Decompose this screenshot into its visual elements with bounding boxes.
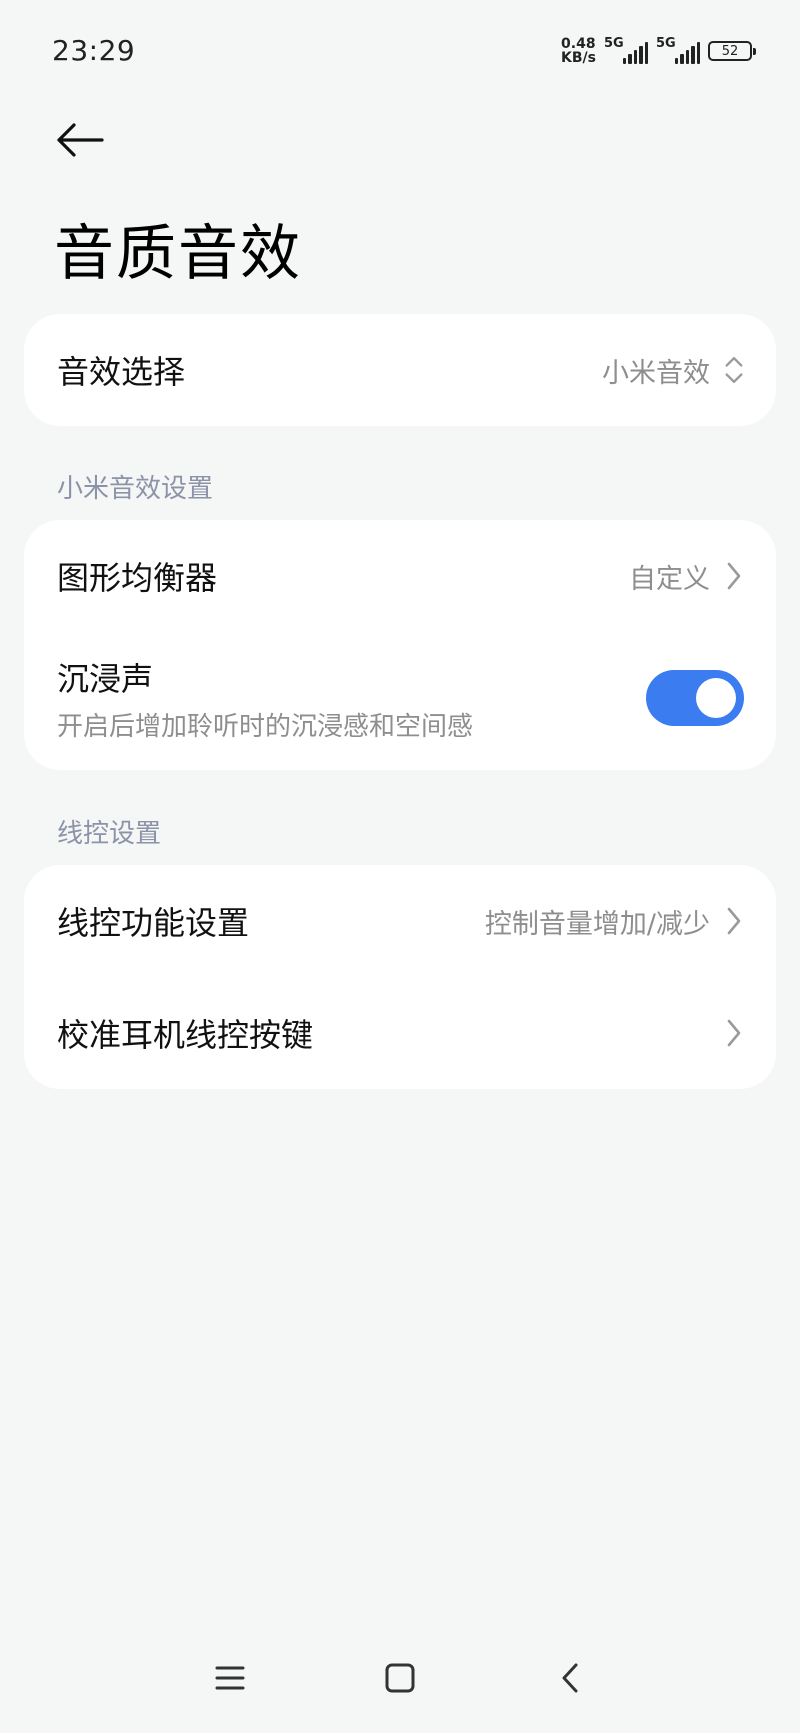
effect-select-card: 音效选择 小米音效	[24, 314, 776, 426]
immersive-description: 开启后增加聆听时的沉浸感和空间感	[57, 711, 474, 742]
effect-select-label: 音效选择	[57, 353, 186, 391]
wire-function-row[interactable]: 线控功能设置 控制音量增加/减少	[24, 865, 776, 977]
back-button[interactable]	[50, 110, 110, 170]
immersive-label: 沉浸声	[57, 659, 154, 698]
navigation-bar	[0, 1633, 800, 1733]
equalizer-row[interactable]: 图形均衡器 自定义	[24, 520, 776, 632]
status-icons: 0.48 KB/s 5G 5G 52	[561, 36, 756, 66]
chevron-right-icon	[724, 561, 744, 591]
status-bar: 23:29 0.48 KB/s 5G 5G 52	[0, 0, 800, 100]
calibrate-label: 校准耳机线控按键	[57, 1016, 314, 1054]
wire-function-value: 控制音量增加/减少	[484, 908, 710, 940]
chevron-right-icon	[724, 906, 744, 936]
battery-icon: 52	[708, 41, 756, 61]
home-button[interactable]	[370, 1653, 430, 1703]
sim1-signal-icon: 5G	[604, 36, 648, 66]
immersive-toggle[interactable]	[646, 670, 744, 726]
xiaomi-effect-card: 图形均衡器 自定义 沉浸声 开启后增加聆听时的沉浸感和空间感	[24, 520, 776, 770]
wire-function-label: 线控功能设置	[57, 904, 250, 942]
effect-select-value: 小米音效	[602, 357, 710, 389]
updown-chevron-icon	[724, 355, 744, 385]
equalizer-label: 图形均衡器	[57, 559, 218, 597]
sim2-label: 5G	[656, 36, 676, 51]
home-icon	[385, 1663, 415, 1693]
equalizer-value: 自定义	[629, 563, 710, 595]
network-speed-value: 0.48	[561, 36, 596, 52]
menu-icon	[215, 1666, 245, 1690]
chevron-right-icon	[724, 1018, 744, 1048]
section-header-wire-control: 线控设置	[57, 819, 162, 849]
network-speed: 0.48 KB/s	[561, 37, 596, 65]
menu-button[interactable]	[200, 1653, 260, 1703]
toggle-knob	[696, 678, 736, 718]
back-icon	[562, 1663, 578, 1693]
sim1-label: 5G	[604, 36, 624, 51]
immersive-row: 沉浸声 开启后增加聆听时的沉浸感和空间感	[24, 632, 776, 764]
arrow-left-icon	[57, 123, 104, 157]
page-title: 音质音效	[54, 219, 302, 289]
status-time: 23:29	[52, 34, 136, 67]
network-speed-unit: KB/s	[561, 50, 596, 66]
back-nav-button[interactable]	[540, 1653, 600, 1703]
effect-select-row[interactable]: 音效选择 小米音效	[24, 314, 776, 426]
sim2-signal-icon: 5G	[656, 36, 700, 66]
calibrate-row[interactable]: 校准耳机线控按键	[24, 977, 776, 1089]
wire-control-card: 线控功能设置 控制音量增加/减少 校准耳机线控按键	[24, 865, 776, 1089]
section-header-xiaomi-effect: 小米音效设置	[57, 474, 214, 504]
battery-level: 52	[721, 43, 739, 59]
